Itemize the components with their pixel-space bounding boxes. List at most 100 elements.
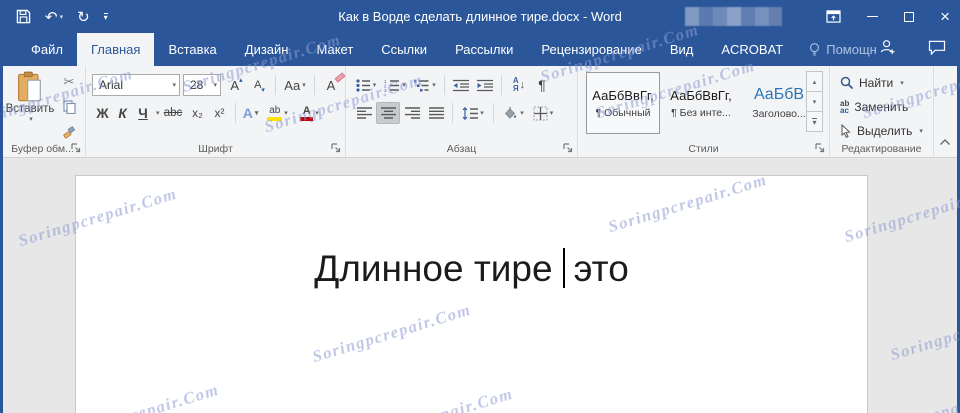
shading-bucket-icon [505,106,517,119]
align-right-button[interactable] [400,102,424,124]
justify-button[interactable] [424,102,448,124]
comment-icon [928,40,946,56]
dropdown-caret-icon: ▾ [919,128,923,135]
increase-indent-button[interactable] [473,74,497,96]
comments-button[interactable] [928,40,946,60]
bold-button[interactable]: Ж [92,102,113,124]
multilevel-list-button[interactable]: ▾ [410,74,440,96]
format-painter-button[interactable] [58,121,80,143]
line-spacing-icon [462,106,479,120]
caret-down-icon: ▾ [812,98,817,106]
group-paragraph: ▾ 123 ▾ ▾ А Я ↓ ¶ ▾ ▾ ▾ Абзац [346,66,578,157]
shading-button[interactable]: ▾ [498,102,528,124]
cut-button[interactable]: ✂ [58,71,80,93]
align-left-button[interactable] [352,102,376,124]
bullets-button[interactable]: ▾ [352,74,380,96]
separator [314,75,315,95]
style-preview: АаБбВвГг, [592,87,654,103]
tab-review[interactable]: Рецензирование [527,33,655,66]
paste-button[interactable]: Вставить ▾ [6,71,54,141]
tab-mailings[interactable]: Рассылки [441,33,527,66]
dropdown-caret-icon: ▾ [315,110,319,117]
font-dialog-launcher[interactable] [330,142,342,154]
customize-qat-button[interactable]: ▾ [103,12,108,22]
tab-view[interactable]: Вид [656,33,708,66]
select-button[interactable]: Выделить ▾ [840,121,923,141]
style-no-spacing[interactable]: АаБбВвГг, ¶ Без инте... [664,72,738,134]
clear-formatting-button[interactable]: A [319,72,346,96]
styles-more-button[interactable]: ▾ [806,111,823,132]
paste-label: Вставить [5,103,55,115]
group-label-paragraph: Абзац [446,143,477,155]
borders-button[interactable]: ▾ [528,102,558,124]
style-heading1[interactable]: АаБбВ Заголово... [742,72,816,134]
align-center-button[interactable] [376,102,400,124]
change-case-button[interactable]: Aa ▾ [280,74,310,96]
tell-me-box[interactable]: Помощн [799,33,887,66]
save-button[interactable] [16,9,31,24]
format-painter-icon [63,126,76,139]
customize-qat-icon: ▾ [103,12,108,22]
style-name: Заголово... [752,108,806,120]
grow-font-button[interactable]: A ▴ [225,74,248,96]
tab-layout[interactable]: Макет [302,33,367,66]
tab-home[interactable]: Главная [76,33,155,66]
style-preview: АаБбВ [753,86,805,103]
clipboard-dialog-launcher[interactable] [70,142,82,154]
underline-icon: Ч [138,105,148,121]
show-hide-pilcrow-button[interactable]: ¶ [532,74,552,96]
subscript-button[interactable]: x₂ [187,102,209,124]
tell-me-label: Помощн [826,42,877,57]
styles-scroll-up-button[interactable]: ▴ [806,71,823,92]
copy-icon [62,100,76,114]
strikethrough-button[interactable]: abc [160,102,187,124]
font-family-combobox[interactable]: Arial ▾ [92,74,180,96]
minimize-button[interactable] [867,15,879,18]
style-normal[interactable]: АаБбВвГг, ¶ Обычный [586,72,660,134]
ribbon-display-options-button[interactable] [826,10,841,23]
font-size-combobox[interactable]: 28 ▾ [183,74,221,96]
undo-icon: ↶ [45,8,58,26]
find-button[interactable]: Найти ▾ [840,73,923,93]
italic-button[interactable]: К [113,102,132,124]
copy-button[interactable] [58,96,80,118]
separator [493,103,494,123]
close-button[interactable]: × [940,8,950,25]
tab-design[interactable]: Дизайн [231,33,303,66]
tab-acrobat[interactable]: ACROBAT [707,33,797,66]
styles-scroll-down-button[interactable]: ▾ [806,91,823,112]
dropdown-caret-icon: ▾ [29,116,33,123]
maximize-button[interactable] [904,11,915,22]
text-effects-button[interactable]: А ▾ [240,102,262,124]
group-label-font: Шрифт [198,143,233,155]
styles-scroll-buttons: ▴ ▾ ▾ [806,71,823,132]
replace-button[interactable]: ab ac Заменить [840,97,923,117]
highlight-icon: ab [267,105,283,121]
font-color-button[interactable]: А ▾ [294,102,326,124]
undo-button[interactable]: ↶ ▾ [45,8,63,26]
dropdown-caret-icon: ▾ [213,82,217,89]
styles-dialog-launcher[interactable] [814,142,826,154]
decrease-indent-button[interactable] [449,74,473,96]
change-case-icon: Aa [284,77,301,93]
sort-button[interactable]: АЯ ↓ [506,74,532,96]
collapse-ribbon-button[interactable] [939,133,951,151]
numbering-button[interactable]: 123 ▾ [380,74,410,96]
document-page[interactable]: Длинное тире это [75,175,868,413]
tab-insert[interactable]: Вставка [154,33,230,66]
underline-button[interactable]: Ч [132,102,154,124]
separator [444,75,445,95]
share-button[interactable] [879,39,896,60]
shrink-font-button[interactable]: A ▾ [248,74,271,96]
paragraph-dialog-launcher[interactable] [562,142,574,154]
tab-references[interactable]: Ссылки [367,33,441,66]
tab-file[interactable]: Файл [17,33,77,66]
superscript-button[interactable]: x² [209,102,231,124]
highlight-color-button[interactable]: ab ▾ [262,102,294,124]
redo-button[interactable]: ↻ [77,8,90,26]
dropdown-caret-icon[interactable]: ▾ [156,109,160,117]
line-spacing-button[interactable]: ▾ [457,102,489,124]
styles-gallery: АаБбВвГг, ¶ Обычный АаБбВвГг, ¶ Без инте… [586,72,816,134]
group-editing: Найти ▾ ab ac Заменить Выделить ▾ Редакт… [830,66,934,157]
dropdown-caret-icon: ▾ [432,82,436,89]
